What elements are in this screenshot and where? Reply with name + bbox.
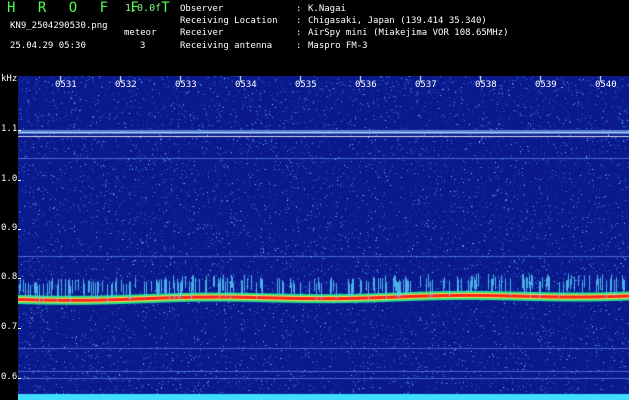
version-label: 1.0.0f [125,3,162,14]
info-row: Receiving Location: Chigasaki, Japan (139… [180,16,487,27]
y-tick-label: 1.0 [1,174,18,184]
y-tick-mark [18,130,21,131]
y-tick-label: 1.1 [1,124,18,134]
observer-info: Observer: K.Nagai Receiving Location: Chig… [180,3,508,52]
x-tick-label: 0534 [235,80,257,90]
header-panel: H R O F F T 1.0.0f KN9_2504290530.png me… [0,0,629,74]
x-tick-label: 0535 [295,80,317,90]
info-row: Observer: K.Nagai [180,4,346,14]
x-tick-label: 0536 [355,80,377,90]
spectrogram-canvas [18,76,629,400]
file-name: KN9_2504290530.png [10,21,108,31]
y-tick-mark [18,378,21,379]
y-tick-mark [18,180,21,181]
y-tick-label: 0.6 [1,372,18,382]
x-tick-label: 0539 [535,80,557,90]
y-tick-label: 0.9 [1,223,18,233]
x-tick-label: 0538 [475,80,497,90]
meteor-label: meteor [124,28,157,38]
meteor-count: 3 [140,41,146,51]
y-tick-label: 0.8 [1,272,18,282]
x-tick-label: 0540 [595,80,617,90]
y-tick-mark [18,328,21,329]
x-tick-label: 0533 [175,80,197,90]
x-tick-label: 0531 [55,80,77,90]
info-row: Receiving antenna: Maspro FM-3 [180,40,368,51]
info-row: Receiver: AirSpy mini (Miakejima VOR 108.… [180,28,509,39]
y-unit-label: kHz [1,74,18,84]
x-tick-label: 0537 [415,80,437,90]
x-tick-label: 0532 [115,80,137,90]
timestamp: 25.04.29 05:30 [10,41,86,51]
y-tick-mark [18,229,21,230]
y-tick-mark [18,278,21,279]
y-tick-label: 0.7 [1,322,18,332]
